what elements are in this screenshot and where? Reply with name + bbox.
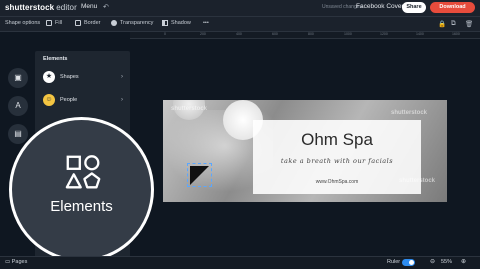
ruler-tick: 1600 <box>452 32 460 36</box>
border-icon <box>75 20 81 26</box>
ruler-tick: 800 <box>308 32 314 36</box>
document-title[interactable]: Facebook Cover <box>356 3 404 10</box>
ruler-tick: 600 <box>272 32 278 36</box>
duplicate-icon[interactable]: ⧉ <box>451 20 456 28</box>
fill-label: Fill <box>55 20 63 26</box>
pages-icon: ▭ <box>5 259 12 265</box>
logo-suffix: editor <box>56 3 77 12</box>
templates-tool-button[interactable]: ▤ <box>8 124 28 144</box>
panel-item-people[interactable]: ☺ People › <box>43 93 123 107</box>
transparency-label: Transparency <box>120 20 154 26</box>
panel-item-shapes[interactable]: ★ Shapes › <box>43 70 123 84</box>
ruler-tick: 0 <box>164 32 166 36</box>
fill-swatch-icon <box>46 20 52 26</box>
panel-title: Elements <box>43 56 68 62</box>
spotlight-label: Elements <box>50 198 113 215</box>
zoom-out-icon[interactable]: ⊖ <box>430 258 435 265</box>
smiley-icon: ☺ <box>43 94 55 106</box>
template-icon: ▤ <box>14 129 22 138</box>
shape-options-title: Shape options <box>5 20 41 26</box>
shadow-label: Shadow <box>171 20 191 26</box>
ruler-tick: 400 <box>236 32 242 36</box>
text-tool-button[interactable]: A <box>8 96 28 116</box>
transparency-icon <box>111 20 117 26</box>
border-label: Border <box>84 20 101 26</box>
menu-button[interactable]: Menu <box>81 3 97 10</box>
top-bar: shutterstock editor Menu ↶ Unsaved change… <box>0 0 480 17</box>
shape-options-bar: Shape options Fill Border Transparency S… <box>0 17 480 32</box>
chevron-right-icon: › <box>121 74 123 80</box>
zoom-level[interactable]: 55% <box>441 259 452 265</box>
star-icon: ★ <box>43 71 55 83</box>
ruler-tick: 1400 <box>416 32 424 36</box>
ruler-tick: 200 <box>200 32 206 36</box>
trash-icon[interactable]: 🗑 <box>465 20 473 28</box>
ruler-label: Ruler <box>387 259 401 265</box>
more-options-button[interactable]: ••• <box>203 20 209 26</box>
pages-button[interactable]: ▭ Pages <box>5 259 27 265</box>
chevron-right-icon: › <box>121 97 123 103</box>
triangle-shape <box>190 166 209 185</box>
watermark: shutterstock <box>171 106 208 112</box>
selected-shape[interactable] <box>187 163 212 187</box>
ruler-tick: 1000 <box>344 32 352 36</box>
pages-label: Pages <box>11 259 28 265</box>
share-button[interactable]: Share <box>402 2 426 13</box>
canvas-tagline[interactable]: take a breath with our facials <box>253 157 421 165</box>
app-logo[interactable]: shutterstock editor <box>5 3 77 12</box>
top-ruler: 0 200 400 600 800 1000 1200 1400 1600 <box>130 32 480 39</box>
text-backdrop[interactable]: Ohm Spa take a breath with our facials w… <box>253 120 421 194</box>
shadow-option[interactable]: Shadow <box>162 20 191 26</box>
undo-icon[interactable]: ↶ <box>103 3 109 11</box>
design-canvas[interactable]: shutterstock shutterstock shutterstock O… <box>163 100 447 202</box>
shapes-icon <box>65 155 101 189</box>
logo-text: shutterstock <box>5 3 55 12</box>
transparency-option[interactable]: Transparency <box>111 20 153 26</box>
watermark: shutterstock <box>391 110 428 116</box>
ruler-toggle[interactable] <box>402 259 415 266</box>
text-icon: A <box>15 101 21 110</box>
elements-spotlight[interactable]: Elements <box>9 117 154 262</box>
panel-item-label: People <box>60 97 78 103</box>
zoom-in-icon[interactable]: ⊕ <box>461 258 466 265</box>
photos-tool-button[interactable]: ▣ <box>8 68 28 88</box>
canvas-url[interactable]: www.OhmSpa.com <box>253 179 421 185</box>
ruler-tick: 1200 <box>380 32 388 36</box>
fill-option[interactable]: Fill <box>46 20 62 26</box>
download-button[interactable]: Download <box>430 2 475 13</box>
bottom-bar: ▭ Pages Ruler ⊖ 55% ⊕ <box>0 256 480 269</box>
image-icon: ▣ <box>14 73 22 82</box>
border-option[interactable]: Border <box>75 20 101 26</box>
panel-item-label: Shapes <box>60 74 79 80</box>
lock-icon[interactable]: 🔒 <box>438 20 446 28</box>
canvas-title[interactable]: Ohm Spa <box>253 130 421 150</box>
shadow-icon <box>162 20 168 26</box>
